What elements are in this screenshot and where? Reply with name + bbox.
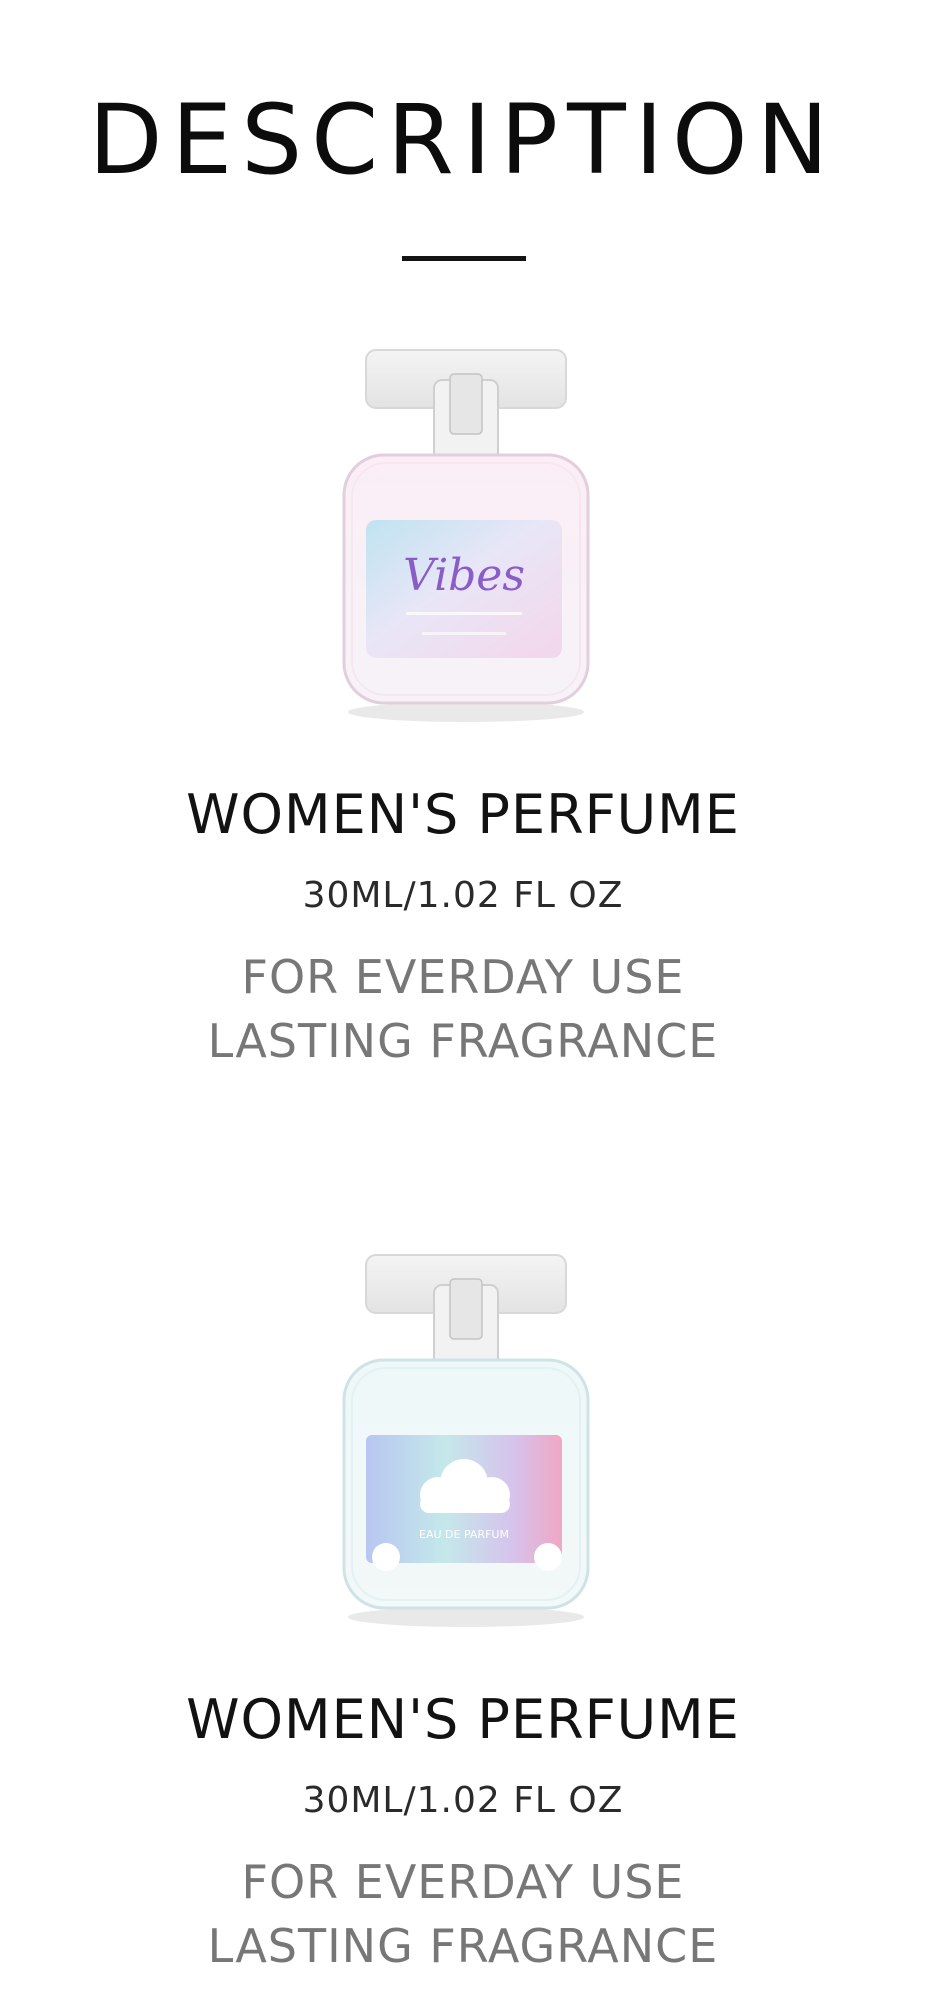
vibes-label-text: Vibes xyxy=(403,550,525,601)
product-description-page: DESCRIPTION Vibes WOMEN'S PERFUME 30ML/1… xyxy=(0,0,926,2000)
product-feature: LASTING FRAGRANCE xyxy=(207,1919,719,1973)
perfume-bottle-vibes-image: Vibes xyxy=(326,340,606,740)
product-feature: FOR EVERDAY USE xyxy=(241,1855,685,1909)
product-feature: LASTING FRAGRANCE xyxy=(207,1014,719,1068)
title-divider xyxy=(402,256,526,261)
page-title: DESCRIPTION xyxy=(88,84,838,196)
product-size: 30ML/1.02 FL OZ xyxy=(302,875,624,916)
product-feature: FOR EVERDAY USE xyxy=(241,950,685,1004)
cloud-label-text: EAU DE PARFUM xyxy=(419,1528,509,1541)
product-name: WOMEN'S PERFUME xyxy=(186,1688,740,1751)
product-size: 30ML/1.02 FL OZ xyxy=(302,1780,624,1821)
perfume-bottle-cloud-image: EAU DE PARFUM xyxy=(326,1245,606,1645)
product-name: WOMEN'S PERFUME xyxy=(186,783,740,846)
